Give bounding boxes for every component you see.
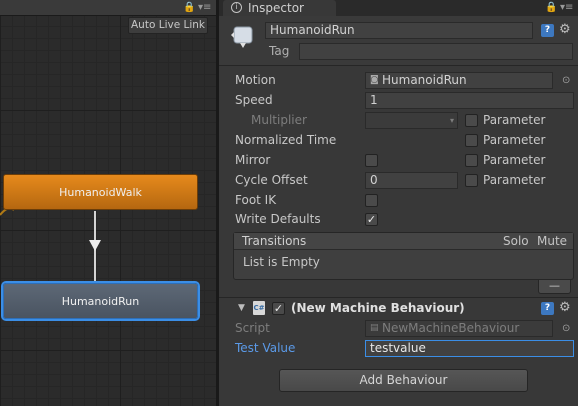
inspector-panel: i Inspector 🔒 ▾≡ HumanoidRun ? ⚙ Tag Mot… xyxy=(219,0,578,406)
object-picker-icon: ⊙ xyxy=(562,323,571,334)
transitions-header: Transitions Solo Mute xyxy=(234,233,573,250)
speed-field[interactable]: 1 xyxy=(365,92,574,109)
help-icon[interactable]: ? xyxy=(541,24,554,37)
inspector-tabbar: i Inspector 🔒 ▾≡ xyxy=(219,0,578,16)
normalized-time-parameter-label: Parameter xyxy=(483,133,546,147)
script-label: Script xyxy=(235,321,270,335)
transitions-title: Transitions xyxy=(242,234,307,248)
script-file-icon: ▤ xyxy=(370,323,379,333)
script-icon: C# xyxy=(253,301,265,315)
info-icon: i xyxy=(231,2,242,13)
mirror-label: Mirror xyxy=(235,153,271,167)
cycle-offset-parameter-label: Parameter xyxy=(483,173,546,187)
motion-value: HumanoidRun xyxy=(382,73,467,87)
mirror-checkbox[interactable] xyxy=(365,154,378,167)
cycle-offset-field[interactable]: 0 xyxy=(365,172,458,189)
solo-column-header: Solo xyxy=(503,234,529,248)
inspector-header: HumanoidRun ? ⚙ Tag xyxy=(219,16,578,66)
tag-field[interactable] xyxy=(299,43,573,60)
add-behaviour-button[interactable]: Add Behaviour xyxy=(279,369,528,392)
multiplier-label: Multiplier xyxy=(251,113,307,127)
cycle-offset-parameter-checkbox[interactable] xyxy=(465,174,478,187)
script-field: ▤ NewMachineBehaviour xyxy=(365,320,553,337)
animation-clip-icon: ◙ xyxy=(370,75,379,85)
object-picker-icon[interactable]: ⊙ xyxy=(562,75,570,86)
normalized-time-label: Normalized Time xyxy=(235,133,337,147)
behaviour-enabled-checkbox[interactable]: ✓ xyxy=(272,302,285,315)
dropdown-arrow-icon: ▾ xyxy=(449,116,454,125)
tab-inspector[interactable]: i Inspector xyxy=(223,0,336,16)
behaviour-header[interactable]: ▼ C# ✓ (New Machine Behaviour) ? ⚙ xyxy=(219,297,578,319)
test-value-label: Test Value xyxy=(235,341,296,355)
foldout-arrow-icon[interactable]: ▼ xyxy=(238,303,245,313)
mute-column-header: Mute xyxy=(537,234,568,248)
transitions-empty-text: List is Empty xyxy=(243,255,320,269)
motion-field[interactable]: ◙ HumanoidRun xyxy=(365,72,553,89)
lock-icon[interactable]: 🔒 xyxy=(545,2,557,13)
gear-icon[interactable]: ⚙ xyxy=(559,23,571,36)
write-defaults-label: Write Defaults xyxy=(235,212,321,226)
panel-menu-icon[interactable]: ▾≡ xyxy=(560,2,573,13)
foot-ik-checkbox[interactable] xyxy=(365,194,378,207)
object-name-field[interactable]: HumanoidRun xyxy=(265,22,533,39)
multiplier-parameter-label: Parameter xyxy=(483,113,546,127)
cycle-offset-label: Cycle Offset xyxy=(235,173,308,187)
remove-transition-button[interactable]: — xyxy=(538,280,571,294)
state-icon xyxy=(231,26,253,48)
script-value: NewMachineBehaviour xyxy=(382,321,520,335)
state-node-walk[interactable]: HumanoidWalk xyxy=(3,174,198,210)
mirror-parameter-checkbox[interactable] xyxy=(465,154,478,167)
tab-label: Inspector xyxy=(248,1,304,15)
normalized-time-parameter-checkbox[interactable] xyxy=(465,134,478,147)
state-node-run[interactable]: HumanoidRun xyxy=(3,283,198,319)
transition-arrow-icon xyxy=(89,240,101,251)
behaviour-title: (New Machine Behaviour) xyxy=(291,301,465,315)
animator-graph[interactable]: 🔒 ▾≡ Auto Live Link HumanoidWalk Humanoi… xyxy=(0,0,216,406)
multiplier-dropdown: ▾ xyxy=(365,112,458,129)
foot-ik-label: Foot IK xyxy=(235,193,277,207)
tag-label: Tag xyxy=(269,44,290,58)
speed-label: Speed xyxy=(235,93,273,107)
mirror-parameter-label: Parameter xyxy=(483,153,546,167)
help-icon[interactable]: ? xyxy=(541,302,554,315)
transitions-list: Transitions Solo Mute List is Empty — xyxy=(233,232,574,294)
test-value-field[interactable]: testvalue xyxy=(365,340,574,357)
gear-icon[interactable]: ⚙ xyxy=(559,301,571,314)
motion-label: Motion xyxy=(235,73,276,87)
multiplier-parameter-checkbox[interactable] xyxy=(465,114,478,127)
write-defaults-checkbox[interactable]: ✓ xyxy=(365,213,378,226)
